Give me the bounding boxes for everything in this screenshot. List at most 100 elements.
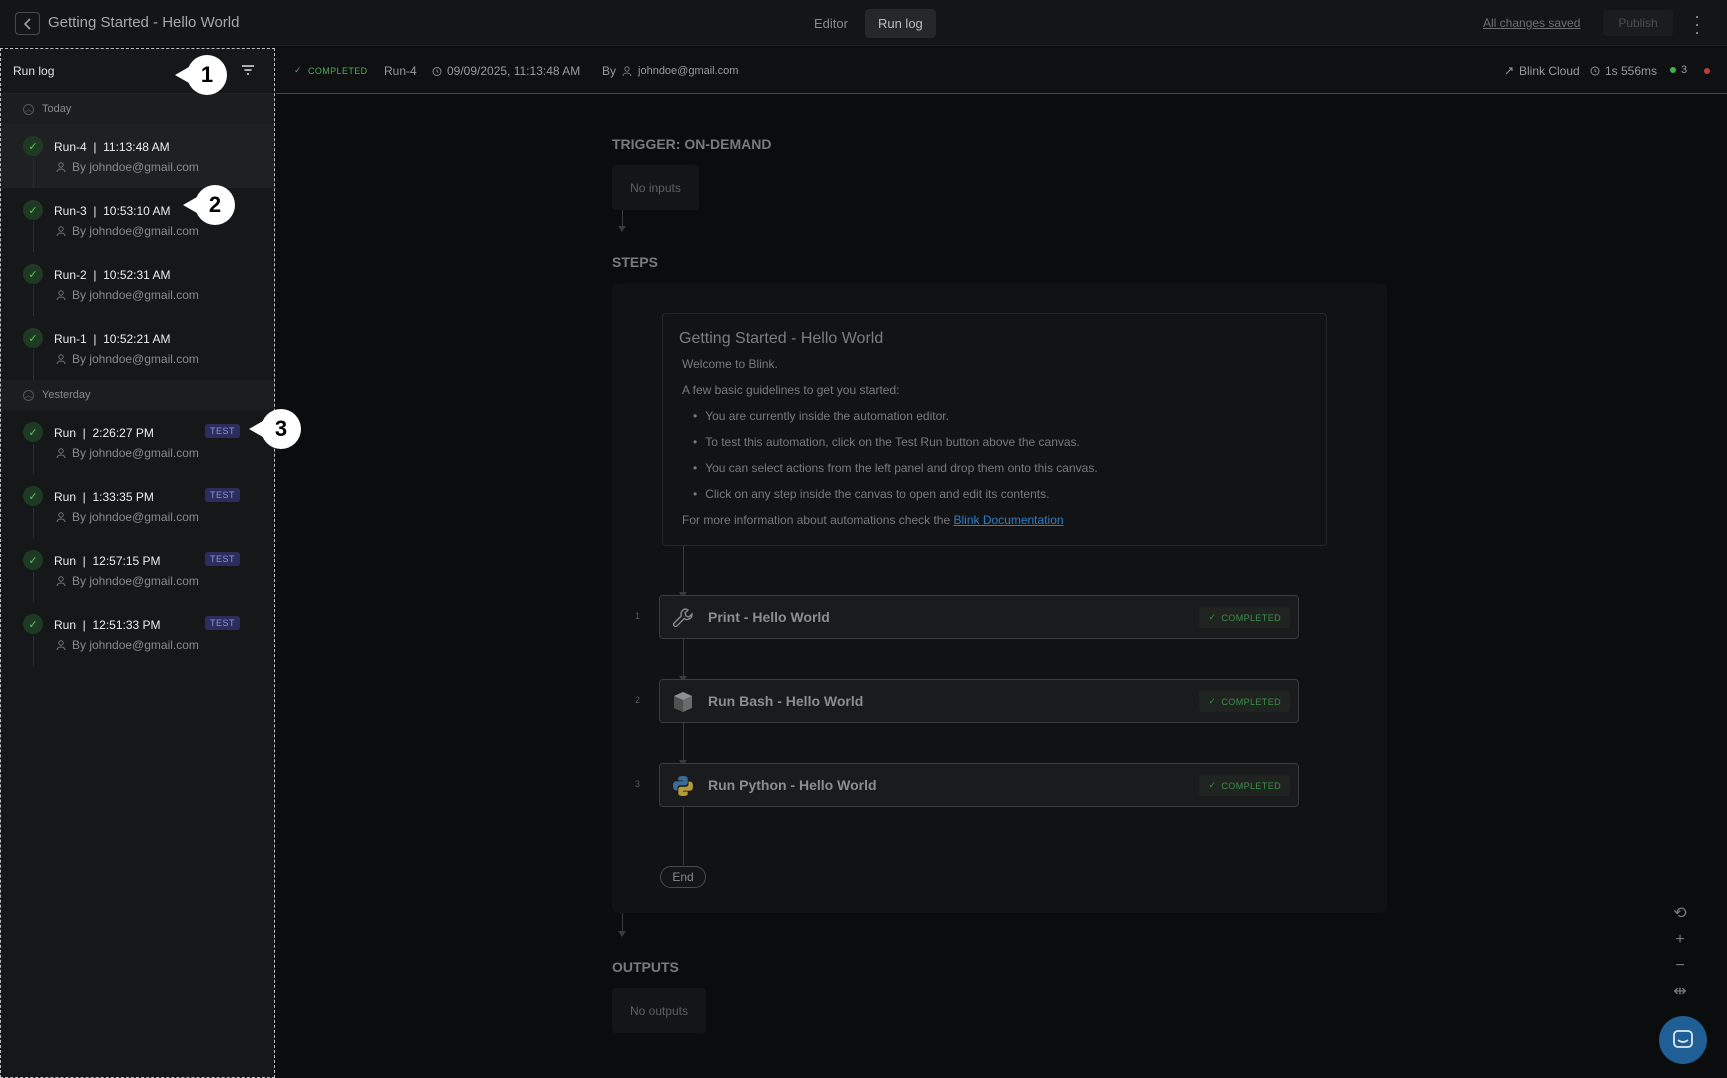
run-author: By johndoe@gmail.com (602, 64, 739, 78)
automation-canvas[interactable]: TRIGGER: ON-DEMAND No inputs STEPS Getti… (276, 95, 1727, 1078)
note-card[interactable]: Getting Started - Hello World Welcome to… (662, 313, 1327, 546)
chevron-up-icon: ︿ (23, 103, 34, 115)
run-title: Run | 12:57:15 PM (54, 554, 161, 568)
test-badge: TEST (205, 552, 241, 566)
timeline-connector (33, 444, 34, 474)
clock-icon (432, 67, 442, 76)
test-badge: TEST (205, 488, 241, 502)
step-name: Print - Hello World (708, 609, 830, 625)
check-icon: ✓ (1208, 780, 1217, 790)
tab-editor[interactable]: Editor (801, 9, 861, 38)
connector-line (683, 546, 684, 594)
run-item[interactable]: ✓ Run | 1:33:35 PM TEST By johndoe@gmail… (1, 474, 274, 538)
runner-info: Blink Cloud (1504, 64, 1580, 78)
chat-icon (1673, 1030, 1693, 1048)
run-item[interactable]: ✓ Run-4 | 11:13:48 AM By johndoe@gmail.c… (1, 124, 274, 188)
chevron-up-icon: ︿ (23, 389, 34, 401)
filter-icon[interactable] (241, 64, 255, 76)
callout-marker: 2 (183, 185, 235, 225)
tab-run-log[interactable]: Run log (864, 9, 936, 38)
step-name: Run Bash - Hello World (708, 693, 864, 709)
mode-tabs: Editor Run log (801, 9, 936, 38)
outputs-box[interactable]: No outputs (612, 988, 706, 1033)
timeline-connector (33, 158, 34, 188)
run-item[interactable]: ✓ Run-2 | 10:52:31 AM By johndoe@gmail.c… (1, 252, 274, 316)
check-icon: ✓ (1208, 696, 1217, 706)
completed-steps-count: 3 (1670, 64, 1687, 76)
bash-icon (674, 692, 692, 712)
steps-panel: Getting Started - Hello World Welcome to… (612, 283, 1387, 913)
run-user: By johndoe@gmail.com (56, 352, 199, 366)
all-changes-saved-link[interactable]: All changes saved (1483, 16, 1580, 30)
step-card-python[interactable]: 3 Run Python - Hello World ✓ COMPLETED (635, 763, 1299, 807)
group-header-today[interactable]: ︿ Today (1, 94, 274, 124)
run-id: Run-4 (384, 64, 417, 78)
run-title: Run-1 | 10:52:21 AM (54, 332, 171, 346)
step-card-bash[interactable]: 2 Run Bash - Hello World ✓ COMPLETED (635, 679, 1299, 723)
check-icon: ✓ (294, 65, 302, 75)
user-icon (56, 162, 66, 172)
note-bullet: You are currently inside the automation … (693, 409, 949, 423)
run-title: Run | 2:26:27 PM (54, 426, 154, 440)
check-icon: ✓ (1208, 612, 1217, 622)
trigger-inputs-box[interactable]: No inputs (612, 165, 699, 210)
check-icon: ✓ (23, 328, 43, 348)
fit-view-icon[interactable]: ⇹ (1673, 983, 1686, 1001)
check-icon: ✓ (23, 264, 43, 284)
success-dot-icon (1670, 67, 1676, 73)
callout-marker: 1 (175, 55, 227, 95)
run-user: By johndoe@gmail.com (56, 224, 199, 238)
check-icon: ✓ (23, 486, 43, 506)
more-options-icon[interactable]: · · · (1692, 7, 1702, 41)
automation-title: Getting Started - Hello World (48, 14, 240, 31)
check-icon: ✓ (23, 136, 43, 156)
end-node[interactable]: End (660, 866, 706, 888)
timeline-connector (33, 572, 34, 602)
run-status: ✓ COMPLETED (294, 65, 368, 76)
test-badge: TEST (205, 616, 241, 630)
group-label: Yesterday (42, 389, 91, 401)
check-icon: ✓ (23, 614, 43, 634)
connector-line (622, 913, 623, 933)
timeline-connector (33, 222, 34, 252)
outputs-label: OUTPUTS (612, 959, 679, 975)
run-item[interactable]: ✓ Run | 12:51:33 PM TEST By johndoe@gmai… (1, 602, 274, 666)
group-header-yesterday[interactable]: ︿ Yesterday (1, 380, 274, 410)
blink-documentation-link[interactable]: Blink Documentation (953, 513, 1063, 527)
run-title: Run-3 | 10:53:10 AM (54, 204, 171, 218)
run-item[interactable]: ✓ Run-1 | 10:52:21 AM By johndoe@gmail.c… (1, 316, 274, 380)
step-status-badge: ✓ COMPLETED (1199, 691, 1290, 712)
zoom-out-icon[interactable]: − (1675, 957, 1684, 975)
step-card-print[interactable]: 1 Print - Hello World ✓ COMPLETED (635, 595, 1299, 639)
user-icon (56, 512, 66, 522)
check-icon: ✓ (23, 200, 43, 220)
run-item[interactable]: ✓ Run | 2:26:27 PM TEST By johndoe@gmail… (1, 410, 274, 474)
back-button[interactable] (15, 12, 40, 35)
python-icon (673, 776, 693, 796)
timeline-connector (33, 636, 34, 666)
steps-label: STEPS (612, 254, 658, 270)
note-bullet: You can select actions from the left pan… (693, 461, 1097, 475)
zoom-controls: ⟲ + − ⇹ (1669, 905, 1691, 1001)
user-icon (56, 640, 66, 650)
step-name: Run Python - Hello World (708, 777, 877, 793)
chevron-left-icon (23, 17, 31, 30)
reset-view-icon[interactable]: ⟲ (1673, 905, 1686, 923)
run-user: By johndoe@gmail.com (56, 288, 199, 302)
note-bullet: To test this automation, click on the Te… (693, 435, 1080, 449)
run-item[interactable]: ✓ Run | 12:57:15 PM TEST By johndoe@gmai… (1, 538, 274, 602)
user-icon (622, 66, 632, 76)
chat-support-button[interactable] (1659, 1016, 1707, 1064)
arrow-down-icon (618, 226, 626, 232)
run-user: By johndoe@gmail.com (56, 160, 199, 174)
run-user: By johndoe@gmail.com (56, 510, 199, 524)
sidebar-title: Run log (13, 64, 55, 78)
zoom-in-icon[interactable]: + (1675, 931, 1684, 949)
run-title: Run-4 | 11:13:48 AM (54, 140, 170, 154)
user-icon (56, 226, 66, 236)
test-badge: TEST (205, 424, 241, 438)
user-icon (56, 290, 66, 300)
publish-button[interactable]: Publish (1603, 10, 1673, 36)
step-number: 3 (635, 779, 641, 789)
run-title: Run | 12:51:33 PM (54, 618, 161, 632)
